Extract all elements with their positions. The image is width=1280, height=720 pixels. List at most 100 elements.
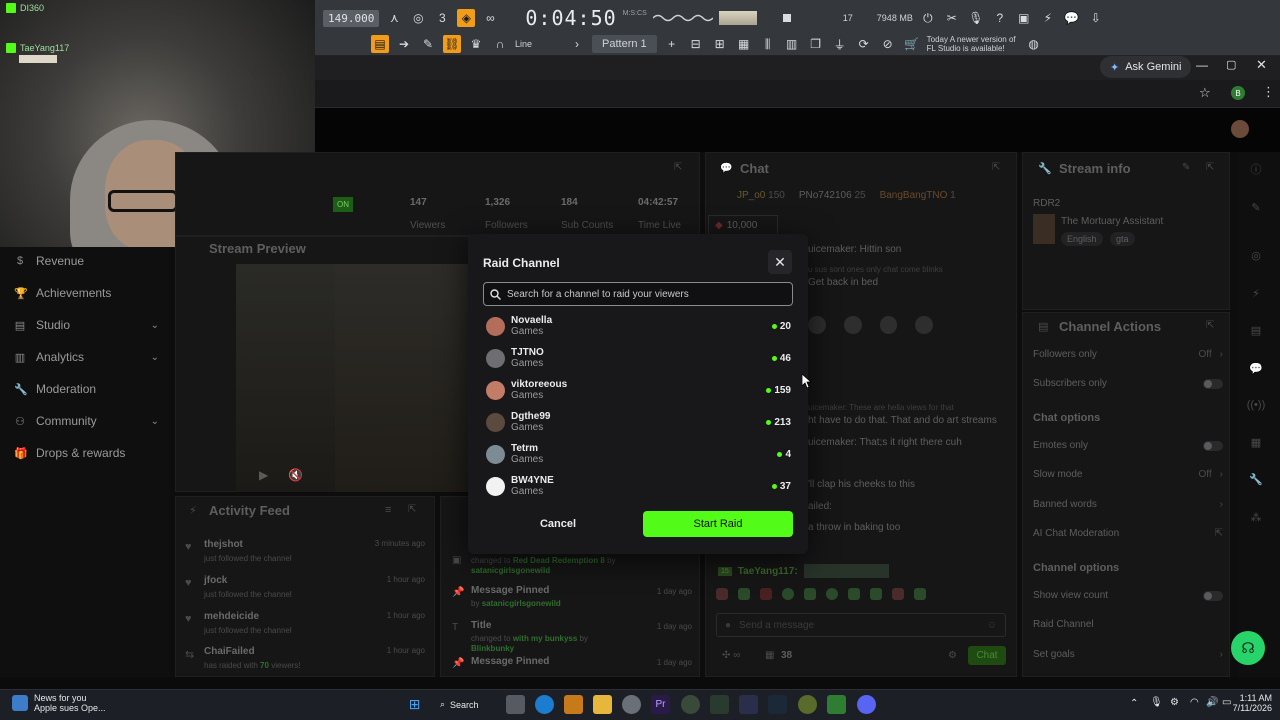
chat-send-button[interactable]: Chat xyxy=(968,646,1006,665)
microphone-icon[interactable]: 🎙 xyxy=(1150,697,1163,708)
chevron-right-icon[interactable]: › xyxy=(568,35,586,53)
channel-action-row[interactable]: Emotes only xyxy=(1033,440,1223,451)
sidebar-item-community[interactable]: ⚇ Community ⌄ xyxy=(14,414,159,428)
copy-icon[interactable]: ❐ xyxy=(807,35,825,53)
windows-start-icon[interactable]: ⊞ xyxy=(405,695,424,714)
tempo-icon[interactable]: ⟳ xyxy=(855,35,873,53)
chevron-down-icon[interactable]: ⌄ xyxy=(151,416,159,427)
wrench-icon[interactable]: 🔧 xyxy=(1244,467,1268,491)
raid-channel-item[interactable]: Novaella Games 20 xyxy=(486,312,791,340)
help-icon[interactable]: ? xyxy=(991,9,1009,27)
stamp-icon[interactable]: ♛ xyxy=(467,35,485,53)
link-icon[interactable]: ⛓ xyxy=(443,35,461,53)
pencil-icon[interactable]: ✎ xyxy=(419,35,437,53)
snap-mode[interactable]: Line xyxy=(515,39,532,49)
download-icon[interactable]: ⇩ xyxy=(1087,9,1105,27)
microphone-icon[interactable]: 🎙 xyxy=(967,9,985,27)
update-hint[interactable]: Today A newer version of FL Studio is av… xyxy=(927,35,1019,53)
channel-rack-icon[interactable]: ⊞ xyxy=(711,35,729,53)
raid-search-input[interactable] xyxy=(507,288,777,300)
popout-icon[interactable]: ⇱ xyxy=(1206,320,1214,331)
browser-address-bar[interactable] xyxy=(315,80,1280,108)
channel-action-row[interactable]: Followers only Off › xyxy=(1033,349,1223,360)
piano-roll-icon[interactable]: ▦ xyxy=(735,35,753,53)
discord-icon[interactable] xyxy=(857,695,876,714)
countdown-icon[interactable]: 3 xyxy=(433,9,451,27)
chat-icon[interactable]: 💬 xyxy=(1244,356,1268,380)
add-pattern-icon[interactable]: + xyxy=(663,35,681,53)
record-icon[interactable]: ⊘ xyxy=(879,35,897,53)
popout-icon[interactable]: ⇱ xyxy=(992,162,1000,173)
app3-icon[interactable] xyxy=(798,695,817,714)
raid-channel-item[interactable]: TJTNO Games 46 xyxy=(486,344,791,372)
support-chat-icon[interactable]: ☊ xyxy=(1231,631,1265,665)
browser-icon[interactable]: ▥ xyxy=(783,35,801,53)
toggle-switch[interactable] xyxy=(1203,590,1223,601)
step-edit-icon[interactable]: ◈ xyxy=(457,9,476,27)
chevron-down-icon[interactable]: ⌄ xyxy=(151,320,159,331)
save-icon[interactable]: ▣ xyxy=(1015,9,1033,27)
chevron-right-icon[interactable]: › xyxy=(1220,469,1223,480)
maximize-icon[interactable]: ▢ xyxy=(1226,58,1236,71)
close-window-icon[interactable]: ✕ xyxy=(1256,57,1267,73)
channel-action-row[interactable]: Banned words › xyxy=(1033,499,1223,510)
broadcast-icon[interactable]: ((•)) xyxy=(1244,393,1268,417)
channel-action-row[interactable]: Subscribers only xyxy=(1033,378,1223,389)
cart-icon[interactable]: 🛒 xyxy=(903,35,921,53)
channel-action-row[interactable]: Show view count xyxy=(1033,590,1223,601)
raid-channel-item[interactable]: BW4YNE Games 37 xyxy=(486,472,791,500)
video-scrubber[interactable] xyxy=(0,677,1280,689)
nodes-icon[interactable]: ⁂ xyxy=(1244,505,1268,529)
popout-icon[interactable]: ⇱ xyxy=(1206,162,1214,173)
external-link-icon[interactable]: ⇱ xyxy=(1215,528,1223,539)
target-icon[interactable]: ◎ xyxy=(1244,243,1268,267)
bookmark-star-icon[interactable]: ☆ xyxy=(1199,85,1211,101)
settings-icon[interactable]: ⚙ xyxy=(1170,697,1179,708)
app-icon[interactable] xyxy=(564,695,583,714)
ask-gemini-button[interactable]: ✦ Ask Gemini xyxy=(1100,56,1192,78)
raid-channel-item[interactable]: Dgthe99 Games 213 xyxy=(486,408,791,436)
chevron-up-icon[interactable]: ⌃ xyxy=(1130,698,1138,709)
chat-settings-icon[interactable]: ✣ ∞ xyxy=(722,650,740,661)
taskbar-search[interactable]: ⌕ Search xyxy=(440,695,500,714)
sidebar-item-moderation[interactable]: 🔧 Moderation xyxy=(14,382,159,396)
chrome-icon[interactable] xyxy=(681,695,700,714)
start-raid-button[interactable]: Start Raid xyxy=(643,511,793,537)
list-icon[interactable]: ▤ xyxy=(1244,318,1268,342)
minimize-icon[interactable]: — xyxy=(1196,58,1208,72)
popout-icon[interactable]: ⇱ xyxy=(674,162,682,173)
sidebar-item-drops-rewards[interactable]: 🎁 Drops & rewards xyxy=(14,446,159,460)
play-icon[interactable]: ▶ xyxy=(259,468,268,482)
power-icon[interactable]: ⏻ xyxy=(919,9,937,27)
edge-icon[interactable] xyxy=(535,695,554,714)
chevron-right-icon[interactable]: › xyxy=(1220,349,1223,360)
pen-icon[interactable]: ✎ xyxy=(1244,195,1268,219)
gear-icon[interactable]: ⚙ xyxy=(948,650,957,661)
loop-record-icon[interactable]: ∞ xyxy=(481,9,499,27)
filter-icon[interactable]: ≡ xyxy=(385,504,391,516)
premiere-icon[interactable]: Pr xyxy=(651,695,670,714)
plugin-icon[interactable]: ⚡ xyxy=(1039,9,1057,27)
user-avatar[interactable] xyxy=(1231,120,1249,138)
browser-menu-icon[interactable]: ⋮ xyxy=(1262,84,1275,100)
taskbar-clock[interactable]: 1:11 AM 7/11/2026 xyxy=(1232,693,1272,713)
sidebar-item-studio[interactable]: ▤ Studio ⌄ xyxy=(14,318,159,332)
chevron-right-icon[interactable]: › xyxy=(1220,649,1223,660)
stack-icon[interactable]: ▦ xyxy=(1244,430,1268,454)
channel-action-row[interactable]: AI Chat Moderation ⇱ xyxy=(1033,528,1223,539)
info-icon[interactable]: ⓘ xyxy=(1244,157,1268,181)
scissors-icon[interactable]: ✂ xyxy=(943,9,961,27)
raid-channel-item[interactable]: viktoreeous Games 159 xyxy=(486,376,791,404)
close-icon[interactable]: ✕ xyxy=(768,250,792,274)
mute-icon[interactable]: 🔇 xyxy=(288,468,303,482)
message-icon[interactable]: 💬 xyxy=(1063,9,1081,27)
channel-action-row[interactable]: Slow mode Off › xyxy=(1033,469,1223,480)
profile-avatar[interactable]: B xyxy=(1231,86,1245,100)
bolt-icon[interactable]: ⚡ xyxy=(1244,281,1268,305)
popout-icon[interactable]: ⇱ xyxy=(408,504,416,515)
toggle-switch[interactable] xyxy=(1203,378,1223,389)
arrow-right-icon[interactable]: ➔ xyxy=(395,35,413,53)
chevron-right-icon[interactable]: › xyxy=(1220,499,1223,510)
toggle-switch[interactable] xyxy=(1203,440,1223,451)
mixer-icon[interactable]: ⫼ xyxy=(759,35,777,53)
